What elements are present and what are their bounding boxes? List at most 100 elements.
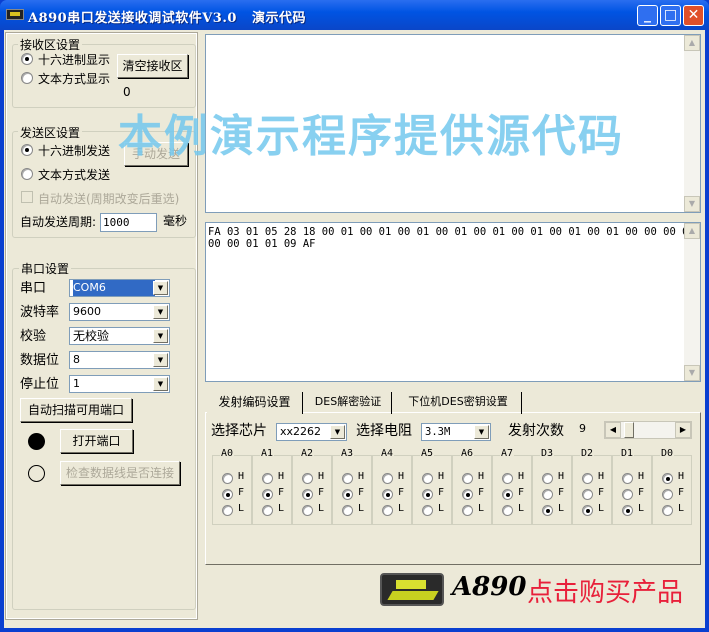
bit-radio-label: L <box>638 503 645 514</box>
bit-radio-l[interactable] <box>582 505 593 516</box>
bit-radio-h[interactable] <box>462 473 473 484</box>
close-button[interactable]: ✕ <box>683 5 704 26</box>
buy-product-link[interactable]: 点击购买产品 <box>527 572 683 609</box>
maximize-button[interactable]: □ <box>660 5 681 26</box>
tab-des-key-settings[interactable]: 下位机DES密钥设置 <box>395 392 522 414</box>
chevron-down-icon[interactable]: ▼ <box>153 305 168 319</box>
bit-radio-h[interactable] <box>262 473 273 484</box>
bit-radio-l[interactable] <box>542 505 553 516</box>
bit-radio-l[interactable] <box>262 505 273 516</box>
bit-radio-f[interactable] <box>582 489 593 500</box>
bit-radio-h[interactable] <box>342 473 353 484</box>
hex-display-radio[interactable] <box>21 53 33 65</box>
bit-radio-l[interactable] <box>382 505 393 516</box>
bit-radio-l[interactable] <box>662 505 673 516</box>
bit-radio-l[interactable] <box>342 505 353 516</box>
auto-send-label: 自动发送(周期改变后重选) <box>38 192 180 206</box>
bit-radio-h[interactable] <box>382 473 393 484</box>
bit-radio-h[interactable] <box>222 473 233 484</box>
bit-radio-f[interactable] <box>342 489 353 500</box>
bit-group-d1: D1 H F L <box>612 448 652 525</box>
tab-encode-settings[interactable]: 发射编码设置 <box>207 392 303 414</box>
bit-radio-label: F <box>438 487 445 498</box>
chip-select[interactable]: xx2262 ▼ <box>276 423 347 441</box>
bit-radio-f[interactable] <box>502 489 513 500</box>
period-input[interactable]: 1000 <box>100 213 157 232</box>
bit-radio-h[interactable] <box>502 473 513 484</box>
bit-radio-f[interactable] <box>262 489 273 500</box>
scroll-down-icon[interactable]: ▼ <box>684 196 700 212</box>
bit-radio-f[interactable] <box>302 489 313 500</box>
bit-radio-label: H <box>318 471 325 482</box>
title-bar: A890串口发送接收调试软件V3.0 演示代码 _ □ ✕ <box>0 0 709 30</box>
receive-scrollbar[interactable]: ▲ ▼ <box>684 35 700 212</box>
bit-radio-h[interactable] <box>422 473 433 484</box>
app-icon <box>6 9 24 20</box>
minimize-button[interactable]: _ <box>637 5 658 26</box>
bit-radio-label: F <box>518 487 525 498</box>
bit-group-label: A1 <box>260 448 275 459</box>
text-display-radio[interactable] <box>21 72 33 84</box>
bit-radio-l[interactable] <box>462 505 473 516</box>
send-scrollbar[interactable]: ▲ ▼ <box>684 223 700 381</box>
bit-radio-l[interactable] <box>422 505 433 516</box>
transmit-count-slider[interactable]: ◀ ▶ <box>604 421 692 439</box>
bit-radio-label: H <box>478 471 485 482</box>
bit-radio-label: H <box>598 471 605 482</box>
auto-send-checkbox[interactable] <box>21 191 33 203</box>
chevron-down-icon[interactable]: ▼ <box>153 281 168 295</box>
scroll-left-icon[interactable]: ◀ <box>605 422 621 438</box>
bit-group-label: A6 <box>460 448 475 459</box>
scan-ports-button[interactable]: 自动扫描可用端口 <box>20 398 132 422</box>
chevron-down-icon[interactable]: ▼ <box>153 353 168 367</box>
parity-select[interactable]: 无校验 ▼ <box>69 327 170 345</box>
bit-radio-h[interactable] <box>542 473 553 484</box>
databits-select[interactable]: 8 ▼ <box>69 351 170 369</box>
bit-group-label: A7 <box>500 448 515 459</box>
bit-radio-f[interactable] <box>662 489 673 500</box>
chevron-down-icon[interactable]: ▼ <box>330 425 345 439</box>
hex-send-radio[interactable] <box>21 144 33 156</box>
bit-radio-l[interactable] <box>302 505 313 516</box>
clear-receive-button[interactable]: 清空接收区 <box>117 54 188 78</box>
port-select[interactable]: COM6 ▼ <box>69 279 170 297</box>
bit-radio-f[interactable] <box>622 489 633 500</box>
bit-radio-f[interactable] <box>462 489 473 500</box>
bit-radio-l[interactable] <box>622 505 633 516</box>
scroll-up-icon[interactable]: ▲ <box>684 223 700 239</box>
receive-count: 0 <box>123 85 131 99</box>
open-port-button[interactable]: 打开端口 <box>60 429 133 453</box>
chevron-down-icon[interactable]: ▼ <box>153 329 168 343</box>
chevron-down-icon[interactable]: ▼ <box>474 425 489 439</box>
bit-radio-l[interactable] <box>222 505 233 516</box>
slider-thumb[interactable] <box>623 422 634 438</box>
device-logo-icon[interactable] <box>380 573 444 606</box>
resistor-select[interactable]: 3.3M ▼ <box>421 423 491 441</box>
scroll-up-icon[interactable]: ▲ <box>684 35 700 51</box>
bit-radio-h[interactable] <box>662 473 673 484</box>
bit-radio-l[interactable] <box>502 505 513 516</box>
bit-radio-label: L <box>238 503 245 514</box>
bit-group-a3: A3 H F L <box>332 448 372 525</box>
check-cable-button[interactable]: 检查数据线是否连接 <box>60 461 180 485</box>
bit-radio-h[interactable] <box>622 473 633 484</box>
bit-radio-h[interactable] <box>582 473 593 484</box>
text-send-radio[interactable] <box>21 168 33 180</box>
bit-group-a1: A1 H F L <box>252 448 292 525</box>
tab-des-verify[interactable]: DES解密验证 <box>305 392 392 414</box>
bit-radio-f[interactable] <box>542 489 553 500</box>
bit-radio-label: L <box>678 503 685 514</box>
bit-radio-f[interactable] <box>422 489 433 500</box>
bit-radio-f[interactable] <box>222 489 233 500</box>
port-status-indicator <box>28 433 45 450</box>
bit-radio-label: L <box>358 503 365 514</box>
scroll-right-icon[interactable]: ▶ <box>675 422 691 438</box>
chevron-down-icon[interactable]: ▼ <box>153 377 168 391</box>
period-label: 自动发送周期: <box>20 215 97 229</box>
scroll-down-icon[interactable]: ▼ <box>684 365 700 381</box>
stopbits-select[interactable]: 1 ▼ <box>69 375 170 393</box>
bit-radio-h[interactable] <box>302 473 313 484</box>
bit-radio-f[interactable] <box>382 489 393 500</box>
baud-select[interactable]: 9600 ▼ <box>69 303 170 321</box>
send-textarea[interactable]: FA 03 01 05 28 18 00 01 00 01 00 01 00 0… <box>205 222 701 382</box>
